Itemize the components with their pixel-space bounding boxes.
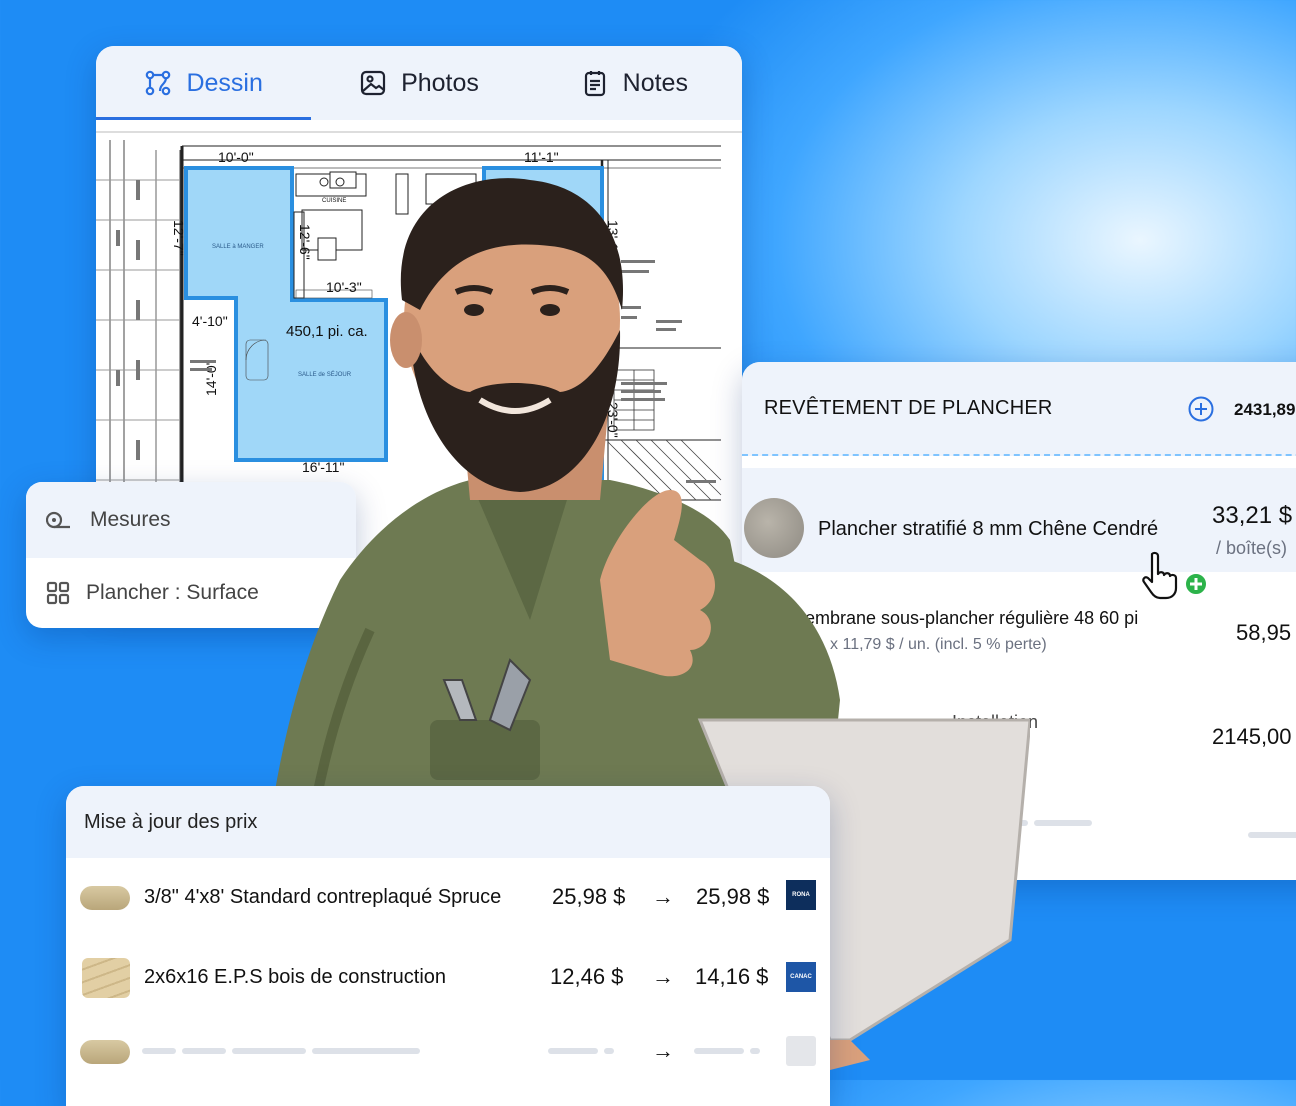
dim-label-4: 12'-6": [297, 224, 313, 260]
price-row-new: 14,16 $: [695, 964, 769, 989]
lumber-thumbnail: [82, 958, 130, 998]
price-row-name: 3/8" 4'x8' Standard contreplaqué Spruce: [144, 886, 502, 908]
tab-notes-label: Notes: [622, 68, 688, 97]
placeholder-bar: [604, 1048, 614, 1054]
dim-label-6: 13'-1": [605, 220, 621, 256]
estimate-item-name: Plancher stratifié 8 mm Chêne Cendré: [818, 518, 1159, 540]
tab-photos-label: Photos: [401, 68, 479, 97]
area-main-label: 450,1 pi. ca.: [286, 323, 368, 340]
price-row[interactable]: 2x6x16 E.P.S bois de construction 12,46 …: [66, 938, 830, 1018]
placeholder-bar: [998, 820, 1028, 826]
dim-label-5: 10'-3": [326, 279, 362, 295]
estimate-section-title: REVÊTEMENT DE PLANCHER: [764, 396, 1053, 419]
price-row[interactable]: 3/8" 4'x8' Standard contreplaqué Spruce …: [66, 858, 830, 938]
placeholder-bar: [1248, 832, 1296, 838]
laminate-thumbnail: [744, 498, 804, 558]
dim-label-3: 12'-7": [171, 220, 187, 256]
estimate-item-price: 58,95: [1236, 620, 1292, 645]
rona-logo: RONA: [786, 880, 816, 910]
estimate-item-price: 33,21 $: [1212, 502, 1293, 529]
dim-label-8: 14'-0": [203, 360, 219, 396]
estimate-item-price: 2145,00: [1212, 724, 1292, 749]
pointer-hand-icon: [1142, 551, 1208, 600]
estimate-item-name: Installation: [952, 712, 1039, 732]
add-circle-icon[interactable]: [1188, 396, 1214, 422]
tab-dessin-label: Dessin: [186, 68, 263, 97]
room-label-kitchen: CUISINE: [322, 198, 346, 204]
grid-icon: [46, 581, 70, 605]
dim-label-1: 10'-0": [218, 149, 254, 165]
tab-dessin[interactable]: Dessin: [96, 46, 311, 120]
placeholder-bar: [142, 1048, 176, 1054]
dim-label-7: 4'-10": [192, 313, 228, 329]
dim-label-2: 11'-1": [524, 149, 559, 165]
price-update-card: Mise à jour des prix 3/8" 4'x8' Standard…: [66, 786, 830, 1106]
measure-item-label: Plancher : Surface: [86, 581, 259, 604]
placeholder-bar: [232, 1048, 306, 1054]
measures-card: Mesures Plancher : Surface: [26, 482, 356, 628]
estimate-item-unit: / boîte(s): [1216, 538, 1288, 558]
price-row-arrow: →: [652, 1038, 674, 1063]
price-row-arrow: →: [652, 964, 674, 989]
estimate-item-name: Membrane sous-plancher régulière 48 60 p…: [790, 608, 1139, 628]
placeholder-logo: [786, 1036, 816, 1066]
measure-item[interactable]: Plancher : Surface: [26, 558, 356, 628]
placeholder-bar: [750, 1048, 760, 1054]
measures-title: Mesures: [90, 508, 171, 531]
plywood-thumbnail: [80, 886, 130, 910]
placeholder-bar: [182, 1048, 226, 1054]
dim-label-9: 23'-0": [605, 402, 621, 438]
tab-notes[interactable]: Notes: [527, 46, 742, 120]
image-icon: [360, 70, 386, 96]
price-update-header: Mise à jour des prix: [66, 786, 830, 858]
tab-bar: Dessin Photos Notes: [96, 46, 742, 120]
tab-photos[interactable]: Photos: [311, 46, 526, 120]
area-side-label: i. ca.: [544, 433, 576, 450]
room-label-dining: SALLE à MANGER: [212, 244, 264, 250]
membrane-roll-thumbnail: [742, 600, 758, 660]
estimate-item-detail: 5 un. x 11,79 $ / un. (incl. 5 % perte): [790, 636, 1047, 653]
drawing-icon: [146, 70, 171, 96]
tape-measure-icon: [46, 511, 70, 529]
price-row-new: 25,98 $: [696, 884, 770, 909]
placeholder-bar: [1034, 820, 1092, 826]
price-update-title: Mise à jour des prix: [84, 810, 258, 833]
placeholder-bar: [694, 1048, 744, 1054]
notes-icon: [584, 71, 605, 97]
price-row-old: 12,46 $: [550, 964, 624, 989]
price-row-old: 25,98 $: [552, 884, 626, 909]
room-label-living: SALLE de SÉJOUR: [298, 371, 352, 378]
price-row-name: 2x6x16 E.P.S bois de construction: [144, 966, 447, 988]
price-row-placeholder: →: [66, 1018, 830, 1098]
dim-label-10: 16'-11": [302, 459, 344, 475]
price-row-arrow: →: [652, 884, 674, 909]
placeholder-bar: [312, 1048, 420, 1054]
highlighted-room-side: [482, 166, 604, 606]
canac-logo: CANAC: [786, 962, 816, 992]
placeholder-thumbnail: [80, 1040, 130, 1064]
measures-header[interactable]: Mesures: [26, 482, 356, 558]
placeholder-bar: [548, 1048, 598, 1054]
estimate-section-total: 2431,89: [1234, 400, 1296, 419]
